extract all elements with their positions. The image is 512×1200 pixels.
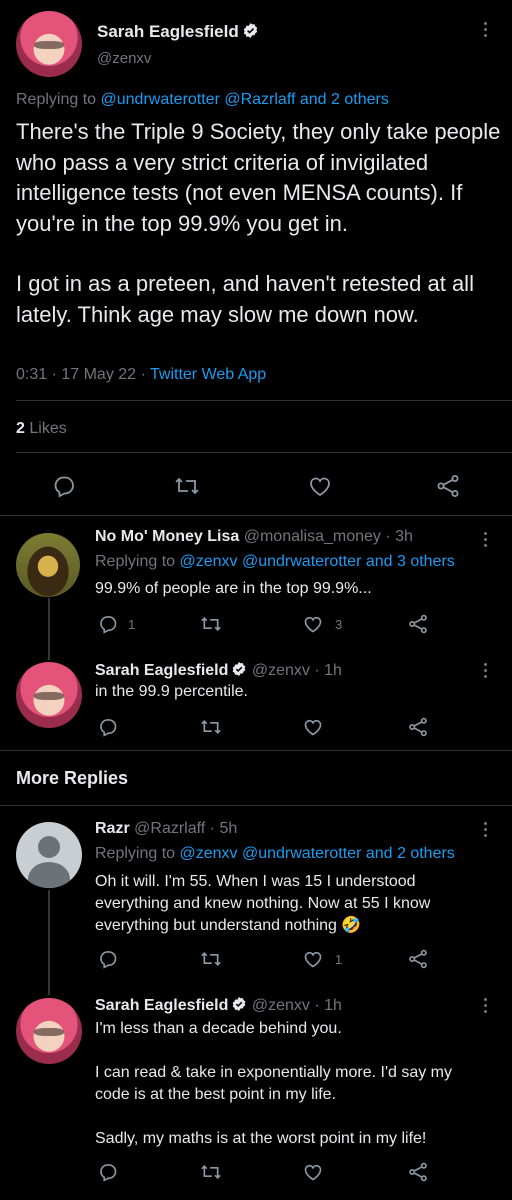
- author-handle[interactable]: @Razrlaff · 5h: [134, 820, 237, 837]
- verified-badge-icon: [231, 661, 247, 682]
- author-name[interactable]: Sarah Eaglesfield: [97, 22, 259, 44]
- author-handle[interactable]: @zenxv · 1h: [252, 662, 342, 679]
- more-options-icon[interactable]: [484, 663, 488, 681]
- verified-badge-icon: [242, 22, 259, 44]
- reply-text: I'm less than a decade behind you. I can…: [95, 1020, 453, 1147]
- likes-stat[interactable]: 2 Likes: [16, 420, 67, 438]
- like-icon[interactable]: [302, 949, 324, 969]
- like-icon[interactable]: [302, 717, 324, 737]
- share-icon[interactable]: [408, 614, 428, 634]
- author-handle[interactable]: @monalisa_money · 3h: [244, 528, 413, 545]
- avatar[interactable]: [16, 533, 80, 597]
- reply-header: Razr @Razrlaff · 5h: [95, 820, 237, 838]
- reply-icon[interactable]: [98, 949, 118, 969]
- avatar[interactable]: [16, 822, 82, 888]
- section-heading: More Replies: [16, 768, 129, 788]
- like-icon[interactable]: [302, 1162, 324, 1182]
- replying-to-links[interactable]: @undrwaterotter @Razrlaff and 2 others: [101, 91, 389, 108]
- share-icon[interactable]: [408, 717, 428, 737]
- reply-icon[interactable]: [98, 1162, 118, 1182]
- avatar[interactable]: [16, 11, 82, 77]
- reply-text: Oh it will. I'm 55. When I was 15 I unde…: [95, 873, 431, 934]
- reply-text: in the 99.9 percentile.: [95, 683, 248, 700]
- reply-count: 1: [128, 617, 136, 632]
- avatar[interactable]: [16, 998, 82, 1064]
- share-icon[interactable]: [408, 949, 428, 969]
- reply-header: No Mo' Money Lisa @monalisa_money · 3h: [95, 528, 413, 546]
- reply-icon[interactable]: [98, 717, 118, 737]
- reply-icon[interactable]: [98, 614, 118, 634]
- retweet-icon[interactable]: [200, 949, 222, 969]
- replying-to: Replying to @zenxv @undrwaterotter and 3…: [95, 553, 455, 570]
- verified-badge-icon: [231, 996, 247, 1017]
- like-icon[interactable]: [302, 614, 324, 634]
- share-icon[interactable]: [436, 474, 460, 498]
- like-icon[interactable]: [307, 474, 333, 498]
- replying-to-links[interactable]: @zenxv @undrwaterotter and 2 others: [180, 845, 455, 862]
- author-name[interactable]: Razr: [95, 820, 130, 837]
- reply-header: Sarah Eaglesfield @zenxv · 1h: [95, 661, 342, 682]
- author-name[interactable]: Sarah Eaglesfield: [95, 662, 228, 679]
- tweet-meta: 0:31 · 17 May 22 · Twitter Web App: [16, 366, 266, 384]
- replying-to-links[interactable]: @zenxv @undrwaterotter and 3 others: [180, 553, 455, 570]
- author-handle[interactable]: @zenxv: [97, 50, 151, 67]
- more-options-icon[interactable]: [484, 822, 488, 840]
- more-options-icon[interactable]: [484, 22, 488, 40]
- author-name[interactable]: Sarah Eaglesfield: [95, 997, 228, 1014]
- author-handle[interactable]: @zenxv · 1h: [252, 997, 342, 1014]
- reply-icon[interactable]: [52, 474, 76, 498]
- like-count: 3: [335, 617, 343, 632]
- tweet-text: There's the Triple 9 Society, they only …: [16, 119, 501, 327]
- source-link[interactable]: Twitter Web App: [150, 366, 266, 383]
- retweet-icon[interactable]: [200, 614, 222, 634]
- replying-to: Replying to @undrwaterotter @Razrlaff an…: [16, 91, 389, 108]
- like-count: 1: [335, 952, 343, 967]
- replying-to: Replying to @zenxv @undrwaterotter and 2…: [95, 845, 455, 862]
- more-options-icon[interactable]: [484, 998, 488, 1016]
- share-icon[interactable]: [408, 1162, 428, 1182]
- author-name[interactable]: No Mo' Money Lisa: [95, 528, 239, 545]
- retweet-icon[interactable]: [200, 1162, 222, 1182]
- retweet-icon[interactable]: [174, 474, 200, 498]
- reply-header: Sarah Eaglesfield @zenxv · 1h: [95, 996, 342, 1017]
- more-options-icon[interactable]: [484, 532, 488, 550]
- reply-text: 99.9% of people are in the top 99.9%...: [95, 580, 372, 597]
- retweet-icon[interactable]: [200, 717, 222, 737]
- avatar[interactable]: [16, 662, 82, 728]
- timestamp[interactable]: 0:31 · 17 May 22 ·: [16, 366, 150, 383]
